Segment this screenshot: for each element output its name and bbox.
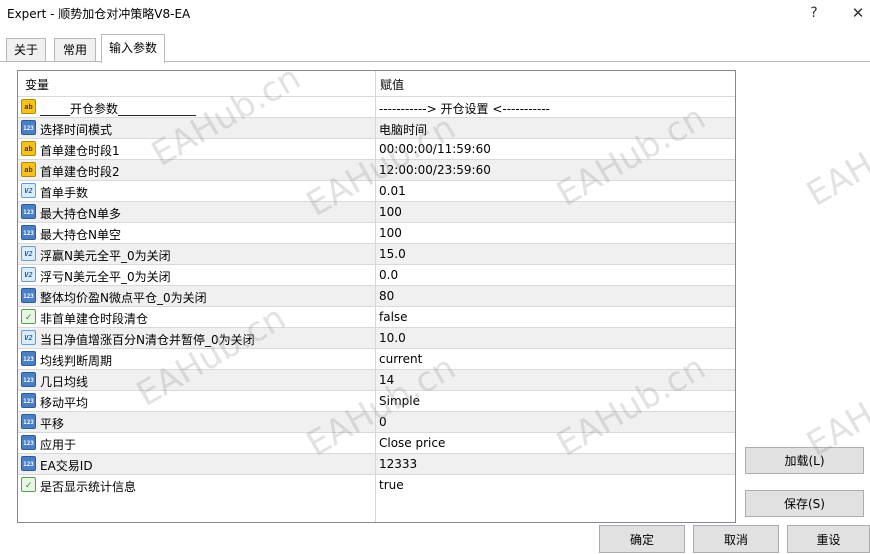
ok-button[interactable]: 确定 xyxy=(599,525,685,553)
parameter-row[interactable]: 123 整体均价盈N微点平仓_0为关闭 80 xyxy=(18,285,735,306)
load-button[interactable]: 加载(L) xyxy=(745,447,864,474)
window-title: Expert - 顺势加仓对冲策略V8-EA xyxy=(7,7,191,21)
parameter-value[interactable]: 电脑时间 xyxy=(379,121,427,138)
parameter-value[interactable]: 15.0 xyxy=(379,247,406,261)
tab-bar: 关于 常用 输入参数 xyxy=(0,34,870,63)
enum-icon: 123 xyxy=(21,435,36,450)
parameter-row[interactable]: ab _____开仓参数_____________ -----------> 开仓设… xyxy=(18,96,735,117)
parameter-name: 最大持仓N单多 xyxy=(40,207,121,221)
parameter-name: 是否显示统计信息 xyxy=(40,480,137,494)
parameter-row[interactable]: ab 首单建仓时段2 12:00:00/23:59:60 xyxy=(18,159,735,180)
parameter-name: 首单手数 xyxy=(40,186,89,200)
string-icon: ab xyxy=(21,162,36,177)
parameter-name: 浮亏N美元全平_0为关闭 xyxy=(40,270,171,284)
parameter-value[interactable]: -----------> 开仓设置 <----------- xyxy=(379,100,550,117)
parameter-row[interactable]: V2 当日净值增涨百分N清仓并暂停_0为关闭 10.0 xyxy=(18,327,735,348)
double-icon: V2 xyxy=(21,246,36,261)
parameter-value[interactable]: 80 xyxy=(379,289,394,303)
parameter-name: 最大持仓N单空 xyxy=(40,228,121,242)
parameter-value[interactable]: 100 xyxy=(379,205,402,219)
reset-button[interactable]: 重设 xyxy=(787,525,870,553)
grid-header: 变量 赋值 xyxy=(18,71,735,96)
parameter-value[interactable]: 00:00:00/11:59:60 xyxy=(379,142,491,156)
parameter-value[interactable]: Simple xyxy=(379,394,420,408)
parameter-row[interactable]: ✓ 非首单建仓时段清仓 false xyxy=(18,306,735,327)
header-variable[interactable]: 变量 xyxy=(25,76,49,93)
bool-icon: ✓ xyxy=(21,477,36,492)
parameter-name: 选择时间模式 xyxy=(40,123,113,137)
parameter-name: 首单建仓时段2 xyxy=(40,165,120,179)
enum-icon: 123 xyxy=(21,120,36,135)
parameter-value[interactable]: true xyxy=(379,478,404,492)
parameter-value[interactable]: current xyxy=(379,352,422,366)
string-icon: ab xyxy=(21,99,36,114)
parameter-value[interactable]: false xyxy=(379,310,408,324)
enum-icon: 123 xyxy=(21,456,36,471)
parameter-row[interactable]: 123 最大持仓N单空 100 xyxy=(18,222,735,243)
enum-icon: 123 xyxy=(21,288,36,303)
enum-icon: 123 xyxy=(21,204,36,219)
parameter-row[interactable]: 123 应用于 Close price xyxy=(18,432,735,453)
parameter-name: _____开仓参数_____________ xyxy=(40,102,197,116)
double-icon: V2 xyxy=(21,183,36,198)
parameter-row[interactable]: 123 移动平均 Simple xyxy=(18,390,735,411)
parameter-name: 浮赢N美元全平_0为关闭 xyxy=(40,249,171,263)
string-icon: ab xyxy=(21,141,36,156)
parameter-value[interactable]: 12333 xyxy=(379,457,417,471)
parameter-row[interactable]: 123 选择时间模式 电脑时间 xyxy=(18,117,735,138)
column-separator[interactable] xyxy=(375,71,376,522)
parameter-value[interactable]: 12:00:00/23:59:60 xyxy=(379,163,491,177)
help-button[interactable]: ? xyxy=(800,2,828,24)
parameter-value[interactable]: 0.01 xyxy=(379,184,406,198)
double-icon: V2 xyxy=(21,330,36,345)
parameter-name: 平移 xyxy=(40,417,65,431)
parameter-value[interactable]: Close price xyxy=(379,436,445,450)
double-icon: V2 xyxy=(21,267,36,282)
enum-icon: 123 xyxy=(21,393,36,408)
tab-common[interactable]: 常用 xyxy=(54,38,96,62)
parameter-value[interactable]: 14 xyxy=(379,373,394,387)
parameter-name: 整体均价盈N微点平仓_0为关闭 xyxy=(40,291,207,305)
title-bar: Expert - 顺势加仓对冲策略V8-EA ? ✕ xyxy=(0,0,870,26)
parameter-name: 均线判断周期 xyxy=(40,354,113,368)
parameter-value[interactable]: 10.0 xyxy=(379,331,406,345)
enum-icon: 123 xyxy=(21,372,36,387)
parameter-row[interactable]: 123 EA交易ID 12333 xyxy=(18,453,735,474)
enum-icon: 123 xyxy=(21,225,36,240)
parameter-value[interactable]: 0 xyxy=(379,415,387,429)
parameter-row[interactable]: ✓ 是否显示统计信息 true xyxy=(18,474,735,495)
tab-inputs[interactable]: 输入参数 xyxy=(101,34,165,63)
save-button[interactable]: 保存(S) xyxy=(745,490,864,517)
parameter-name: 首单建仓时段1 xyxy=(40,144,120,158)
bool-icon: ✓ xyxy=(21,309,36,324)
parameter-row[interactable]: V2 浮赢N美元全平_0为关闭 15.0 xyxy=(18,243,735,264)
parameter-row[interactable]: ab 首单建仓时段1 00:00:00/11:59:60 xyxy=(18,138,735,159)
parameter-value[interactable]: 100 xyxy=(379,226,402,240)
enum-icon: 123 xyxy=(21,414,36,429)
cancel-button[interactable]: 取消 xyxy=(693,525,779,553)
parameter-row[interactable]: 123 最大持仓N单多 100 xyxy=(18,201,735,222)
parameter-grid[interactable]: 变量 赋值 ab _____开仓参数_____________ ----------… xyxy=(17,70,736,523)
close-button[interactable]: ✕ xyxy=(844,2,870,24)
header-value[interactable]: 赋值 xyxy=(380,76,404,93)
parameter-row[interactable]: V2 首单手数 0.01 xyxy=(18,180,735,201)
parameter-row[interactable]: 123 均线判断周期 current xyxy=(18,348,735,369)
parameter-row[interactable]: 123 几日均线 14 xyxy=(18,369,735,390)
enum-icon: 123 xyxy=(21,351,36,366)
tab-about[interactable]: 关于 xyxy=(6,38,46,62)
parameter-name: 当日净值增涨百分N清仓并暂停_0为关闭 xyxy=(40,333,255,347)
parameter-row[interactable]: 123 平移 0 xyxy=(18,411,735,432)
parameter-name: 非首单建仓时段清仓 xyxy=(40,312,149,326)
parameter-name: 移动平均 xyxy=(40,396,89,410)
parameter-name: 几日均线 xyxy=(40,375,89,389)
parameter-row[interactable]: V2 浮亏N美元全平_0为关闭 0.0 xyxy=(18,264,735,285)
parameter-name: EA交易ID xyxy=(40,459,93,473)
parameter-value[interactable]: 0.0 xyxy=(379,268,398,282)
parameter-name: 应用于 xyxy=(40,438,77,452)
